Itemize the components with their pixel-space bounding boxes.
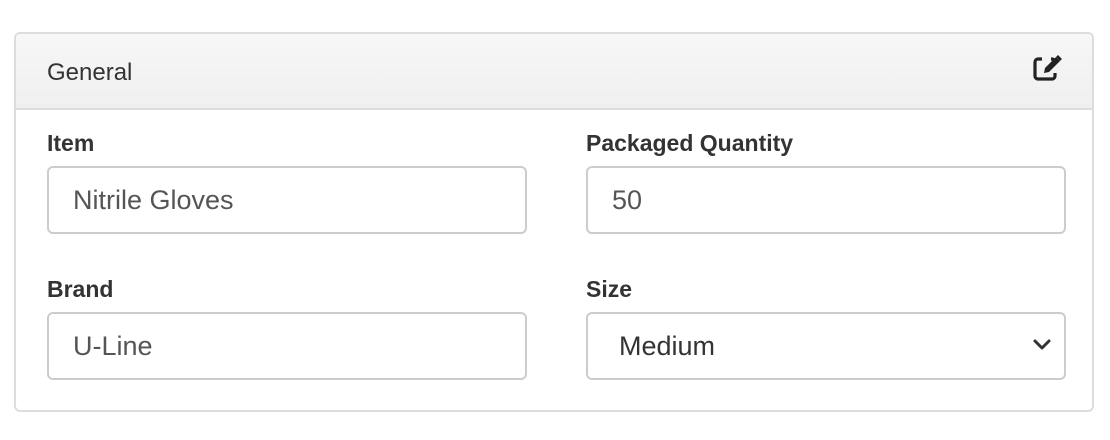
packaged-quantity-field-group: Packaged Quantity: [586, 130, 1066, 234]
brand-field-group: Brand: [47, 276, 527, 380]
brand-input[interactable]: [47, 312, 527, 380]
edit-icon[interactable]: [1032, 52, 1064, 84]
panel-heading: General: [16, 34, 1092, 110]
brand-label: Brand: [47, 276, 114, 302]
size-select[interactable]: Medium: [586, 312, 1066, 380]
panel-title: General: [47, 59, 133, 86]
general-panel: General Item Packaged Quantity Brand Siz…: [14, 32, 1094, 412]
size-select-value: Medium: [619, 331, 716, 361]
size-field-group: Size Medium: [586, 276, 1066, 380]
item-field-group: Item: [47, 130, 527, 234]
packaged-quantity-input[interactable]: [586, 166, 1066, 234]
chevron-down-icon: [1032, 338, 1052, 352]
packaged-quantity-label: Packaged Quantity: [586, 130, 794, 156]
item-input[interactable]: [47, 166, 527, 234]
size-label: Size: [586, 276, 633, 302]
item-label: Item: [47, 130, 95, 156]
